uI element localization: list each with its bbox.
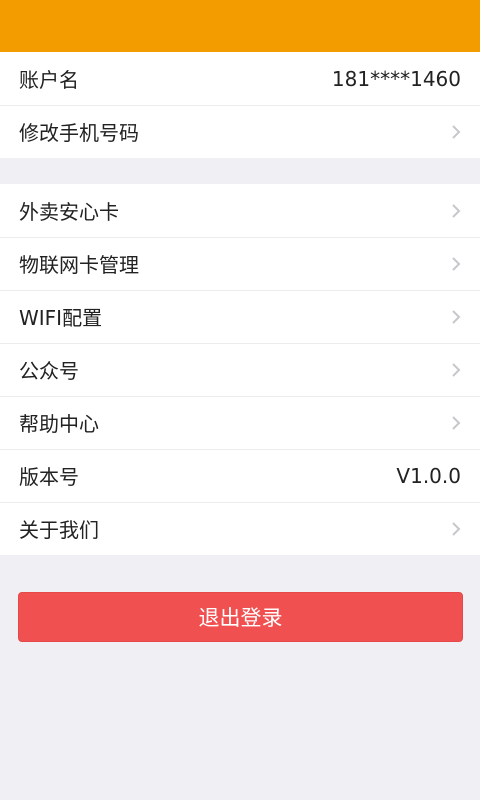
version-value: V1.0.0 [396, 463, 461, 488]
version-label: 版本号 [19, 465, 79, 489]
menu-item-wifi-config[interactable]: WIFI配置 [0, 290, 480, 343]
menu-group: 外卖安心卡 物联网卡管理 WIFI配置 公众号 帮助中心 版本号 V1.0.0 … [0, 184, 480, 555]
chevron-right-icon [449, 308, 463, 326]
chevron-right-icon [449, 255, 463, 273]
chevron-right-icon [449, 123, 463, 141]
menu-item-label: WIFI配置 [19, 306, 103, 330]
menu-item-label: 外卖安心卡 [19, 200, 119, 224]
chevron-right-icon [449, 520, 463, 538]
chevron-right-icon [449, 414, 463, 432]
menu-item-iot-card[interactable]: 物联网卡管理 [0, 237, 480, 290]
chevron-right-icon [449, 361, 463, 379]
account-name-row: 账户名 181****1460 [0, 52, 480, 105]
menu-item-label: 物联网卡管理 [19, 253, 139, 277]
menu-item-label: 关于我们 [19, 518, 99, 542]
menu-item-public-account[interactable]: 公众号 [0, 343, 480, 396]
change-phone-row[interactable]: 修改手机号码 [0, 105, 480, 158]
logout-container: 退出登录 [0, 555, 480, 642]
menu-item-help-center[interactable]: 帮助中心 [0, 396, 480, 449]
change-phone-label: 修改手机号码 [19, 121, 139, 145]
account-name-label: 账户名 [19, 68, 79, 92]
menu-item-label: 帮助中心 [19, 412, 99, 436]
account-name-value: 181****1460 [331, 66, 461, 91]
menu-item-label: 公众号 [19, 359, 79, 383]
account-group: 账户名 181****1460 修改手机号码 [0, 52, 480, 158]
chevron-right-icon [449, 202, 463, 220]
version-row: 版本号 V1.0.0 [0, 449, 480, 502]
menu-item-about-us[interactable]: 关于我们 [0, 502, 480, 555]
menu-item-delivery-card[interactable]: 外卖安心卡 [0, 184, 480, 237]
header-bar [0, 0, 480, 52]
logout-button[interactable]: 退出登录 [18, 592, 463, 642]
